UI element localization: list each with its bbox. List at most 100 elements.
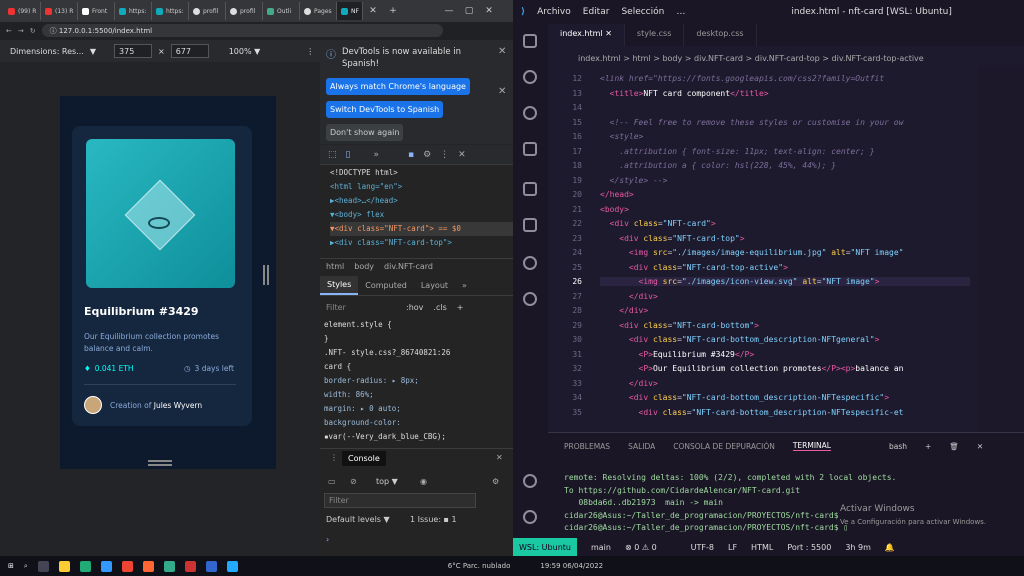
explorer-icon[interactable] — [523, 34, 537, 48]
weather-widget[interactable]: 6°C Parc. nublado — [448, 562, 511, 570]
code-line[interactable]: <img src="./images/image-equilibrium.jpg… — [600, 248, 904, 257]
code-line[interactable]: <div class="NFT-card-top-active"> — [600, 263, 788, 272]
code-line[interactable]: </head> — [600, 190, 634, 199]
code-line[interactable]: <div class="NFT-card"> — [600, 219, 716, 228]
menu-item[interactable]: Selección — [621, 7, 664, 17]
vscode-icon[interactable] — [226, 560, 238, 572]
context-dropdown[interactable]: top ▼ — [376, 477, 398, 486]
browser-tab[interactable]: https: — [115, 2, 152, 20]
close-icon[interactable]: ✕ — [498, 46, 506, 57]
close-icon[interactable]: ✕ — [496, 453, 503, 462]
resize-handle[interactable] — [263, 265, 269, 285]
gear-icon[interactable]: ⚙ — [492, 477, 499, 486]
search-icon[interactable] — [523, 70, 537, 84]
issues-counter[interactable]: 1 Issue: ▪ 1 — [410, 515, 457, 524]
code-line[interactable]: <P>Our Equilibrium collection promotes</… — [600, 364, 904, 373]
tab-debug-console[interactable]: CONSOLA DE DEPURACIÓN — [673, 442, 775, 451]
sidebar-icon[interactable]: ▭ — [328, 477, 336, 486]
chrome-icon[interactable] — [121, 560, 133, 572]
code-line[interactable]: <link href="https://fonts.googleapis.com… — [600, 74, 884, 83]
trash-icon[interactable]: 🗑 — [949, 442, 959, 451]
remote-explorer-icon[interactable] — [523, 182, 537, 196]
remote-indicator[interactable]: WSL: Ubuntu — [513, 538, 577, 556]
browser-tab[interactable]: profil — [189, 2, 226, 20]
switch-language-button[interactable]: Switch DevTools to Spanish — [326, 101, 444, 118]
inspect-icon[interactable]: ⬚ — [328, 150, 337, 160]
code-line[interactable]: <style> — [600, 132, 644, 141]
tab-problems[interactable]: PROBLEMAS — [564, 442, 610, 451]
tab-desktop-css[interactable]: desktop.css — [684, 24, 757, 46]
code-line[interactable]: <P>Equilibrium #3429</P> — [600, 350, 755, 359]
code-line[interactable]: <body> — [600, 205, 629, 214]
dom-node[interactable]: ▶<div class="NFT-card-top"> — [330, 236, 513, 250]
app-icon[interactable] — [184, 560, 196, 572]
console-prompt[interactable]: › — [326, 535, 329, 544]
browser-tab[interactable]: (13) R — [41, 2, 78, 20]
new-terminal-icon[interactable]: + — [925, 442, 931, 451]
minimap[interactable] — [978, 67, 1024, 432]
extensions-icon[interactable] — [523, 218, 537, 232]
browser-tab[interactable]: profil — [226, 2, 263, 20]
dom-node[interactable]: <html lang="en"> — [330, 180, 513, 194]
account-icon[interactable] — [523, 474, 537, 488]
app-icon[interactable] — [79, 560, 91, 572]
close-tab-icon[interactable]: ✕ — [363, 6, 383, 16]
console-tab[interactable]: Console — [342, 451, 386, 466]
menu-item[interactable]: Editar — [583, 7, 610, 17]
code-line[interactable]: <div class="NFT-card-bottom_description-… — [600, 408, 904, 417]
code-line[interactable]: <div class="NFT-card-top"> — [600, 234, 744, 243]
style-line[interactable]: ▪var(--Very_dark_blue_CBG); — [324, 430, 500, 444]
code-line[interactable]: <!-- Feel free to remove these styles or… — [600, 118, 904, 127]
task-view-icon[interactable] — [37, 560, 49, 572]
style-line[interactable]: width: 86%; — [324, 388, 500, 402]
tab-computed[interactable]: Computed — [358, 277, 414, 294]
styles-filter-input[interactable]: Filter — [326, 303, 396, 312]
code-line[interactable]: </div> — [600, 306, 648, 315]
creator-name[interactable]: Jules Wyvern — [154, 401, 202, 410]
tab-layout[interactable]: Layout — [414, 277, 455, 294]
more-tabs-icon[interactable]: » — [373, 150, 379, 160]
code-line[interactable]: <img src="./images/icon-view.svg" alt="N… — [600, 277, 970, 286]
live-share-icon[interactable] — [523, 256, 537, 270]
more-options-icon[interactable]: ⋮ — [306, 47, 314, 56]
app-icon[interactable] — [163, 560, 175, 572]
paw-icon[interactable] — [523, 292, 537, 306]
tab-styles[interactable]: Styles — [320, 276, 359, 295]
dom-node[interactable]: <!DOCTYPE html> — [330, 166, 513, 180]
browser-tab[interactable]: Front — [78, 2, 115, 20]
code-line[interactable]: </style> --> — [600, 176, 668, 185]
more-options-icon[interactable]: ⋮ — [330, 453, 338, 462]
browser-tab[interactable]: (99) R — [4, 2, 41, 20]
nft-title[interactable]: Equilibrium #3429 — [84, 305, 199, 318]
close-window-icon[interactable]: ✕ — [479, 6, 499, 16]
windows-start-icon[interactable]: ⊞ — [8, 562, 14, 570]
code-line[interactable]: .attribution a { color: hsl(228, 45%, 44… — [600, 161, 836, 170]
tab-terminal[interactable]: TERMINAL — [792, 441, 831, 451]
minimize-icon[interactable]: — — [439, 6, 459, 16]
style-line[interactable]: background-color: — [324, 416, 500, 430]
run-debug-icon[interactable] — [523, 142, 537, 156]
console-filter-input[interactable]: Filter — [324, 493, 476, 508]
maximize-icon[interactable]: ▢ — [459, 6, 479, 16]
shell-selector[interactable]: bash — [889, 442, 907, 451]
dimensions-dropdown[interactable]: Dimensions: Res... — [10, 47, 84, 56]
close-icon[interactable]: ✕ — [458, 150, 466, 160]
language-indicator[interactable]: HTML — [751, 543, 773, 552]
code-line[interactable]: .attribution { font-size: 11px; text-ali… — [600, 147, 874, 156]
match-language-button[interactable]: Always match Chrome's language — [326, 78, 470, 95]
eol-indicator[interactable]: LF — [728, 543, 737, 552]
browser-tab-active[interactable]: NF — [337, 2, 363, 20]
issues-icon[interactable]: ▪ — [408, 150, 414, 160]
close-icon[interactable]: ✕ — [977, 442, 983, 451]
style-line[interactable]: border-radius: ▸ 8px; — [324, 374, 500, 388]
close-icon[interactable]: ✕ — [498, 86, 506, 97]
encoding-indicator[interactable]: UTF-8 — [691, 543, 714, 552]
resize-handle-bottom[interactable] — [148, 460, 172, 466]
forward-icon[interactable]: → — [18, 27, 24, 35]
more-options-icon[interactable]: ⋮ — [440, 150, 449, 160]
file-explorer-icon[interactable] — [58, 560, 70, 572]
reload-icon[interactable]: ↻ — [30, 27, 36, 35]
style-line[interactable]: margin: ▸ 0 auto; — [324, 402, 500, 416]
code-line[interactable]: <title>NFT card component</title> — [600, 89, 769, 98]
app-icon[interactable] — [100, 560, 112, 572]
